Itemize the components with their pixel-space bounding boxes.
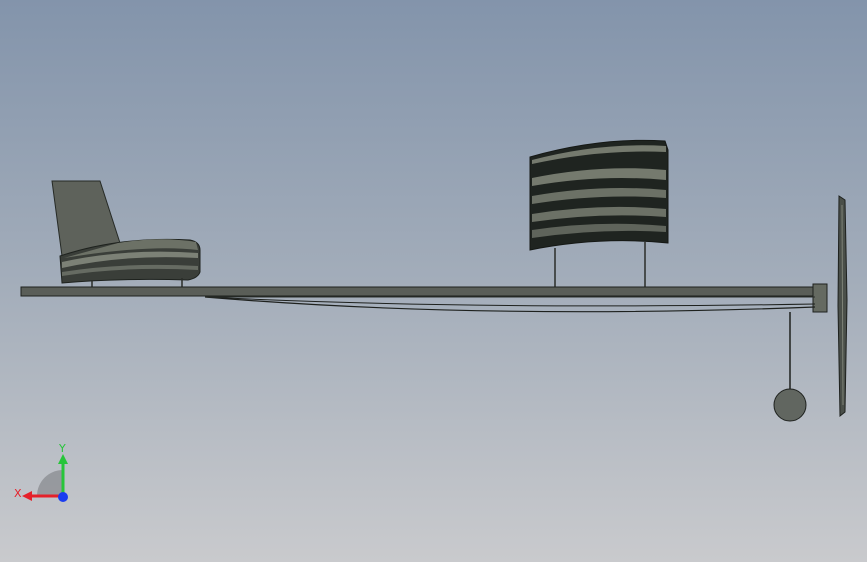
pendulum-part[interactable] [773, 312, 807, 422]
y-axis-arrow-icon [58, 454, 68, 464]
front-wing-part[interactable] [529, 139, 669, 288]
triad-plane-sector [37, 470, 63, 496]
coordinate-triad: Y X [14, 442, 68, 502]
x-axis-label: X [14, 487, 22, 500]
brace-cable-2 [204, 296, 816, 307]
pendulum-ball [773, 388, 807, 422]
propeller-part[interactable] [837, 195, 848, 418]
x-axis-arrow-icon [22, 491, 32, 501]
y-axis-label: Y [58, 442, 66, 455]
z-axis-dot-icon [58, 492, 68, 502]
brace-cable-1 [204, 296, 816, 313]
boom-end-block [812, 283, 828, 313]
fuselage-boom-part[interactable] [20, 283, 828, 313]
boom-bar [20, 286, 818, 297]
seat-part[interactable] [51, 180, 201, 288]
cad-3d-viewport[interactable] [0, 0, 867, 562]
